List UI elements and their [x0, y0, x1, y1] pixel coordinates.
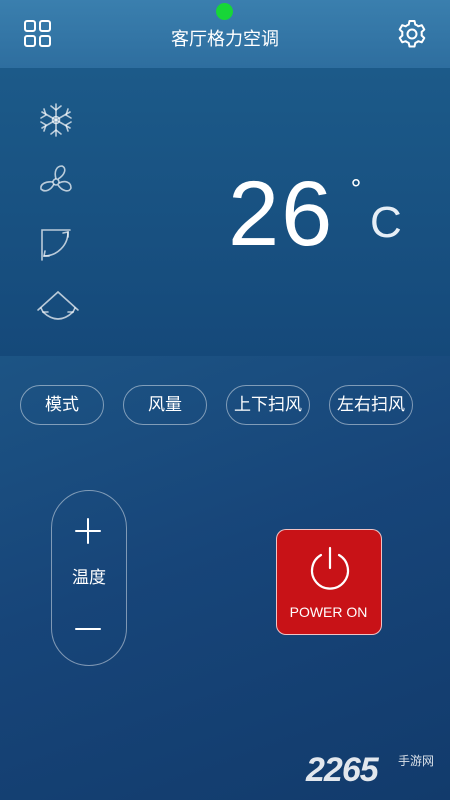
watermark-text: 手游网 — [398, 754, 435, 768]
connection-status-dot — [216, 3, 233, 20]
snowflake-icon — [36, 100, 76, 140]
ac-remote-screen: 客厅格力空调 26 ° C 模式 风量 上下扫风 左右扫风 温度 POWER O… — [0, 0, 450, 800]
fan-speed-button[interactable]: 风量 — [123, 385, 207, 425]
minus-icon[interactable] — [70, 611, 106, 647]
fan-icon — [36, 162, 76, 202]
horizontal-swing-button[interactable]: 左右扫风 — [329, 385, 413, 425]
swing-vertical-icon — [36, 224, 76, 264]
power-icon — [306, 544, 354, 592]
temperature-control: 温度 — [51, 490, 127, 666]
swing-horizontal-icon — [36, 284, 79, 324]
temperature-label: 温度 — [72, 568, 106, 588]
degree-symbol: ° — [350, 175, 362, 203]
temperature-unit: C — [370, 198, 402, 247]
top-bar: 客厅格力空调 — [0, 0, 450, 68]
display-panel: 26 ° C — [0, 68, 450, 356]
device-title: 客厅格力空调 — [171, 29, 279, 50]
vertical-swing-button[interactable]: 上下扫风 — [226, 385, 310, 425]
power-button[interactable]: POWER ON — [276, 529, 382, 635]
mode-button[interactable]: 模式 — [20, 385, 104, 425]
site-watermark-logo: 2265 手游网 — [306, 750, 446, 794]
watermark-number: 2265 — [306, 751, 379, 789]
plus-icon[interactable] — [70, 513, 106, 549]
power-label: POWER ON — [289, 604, 368, 620]
temperature-value: 26 — [228, 163, 335, 265]
gear-icon[interactable] — [396, 18, 428, 50]
